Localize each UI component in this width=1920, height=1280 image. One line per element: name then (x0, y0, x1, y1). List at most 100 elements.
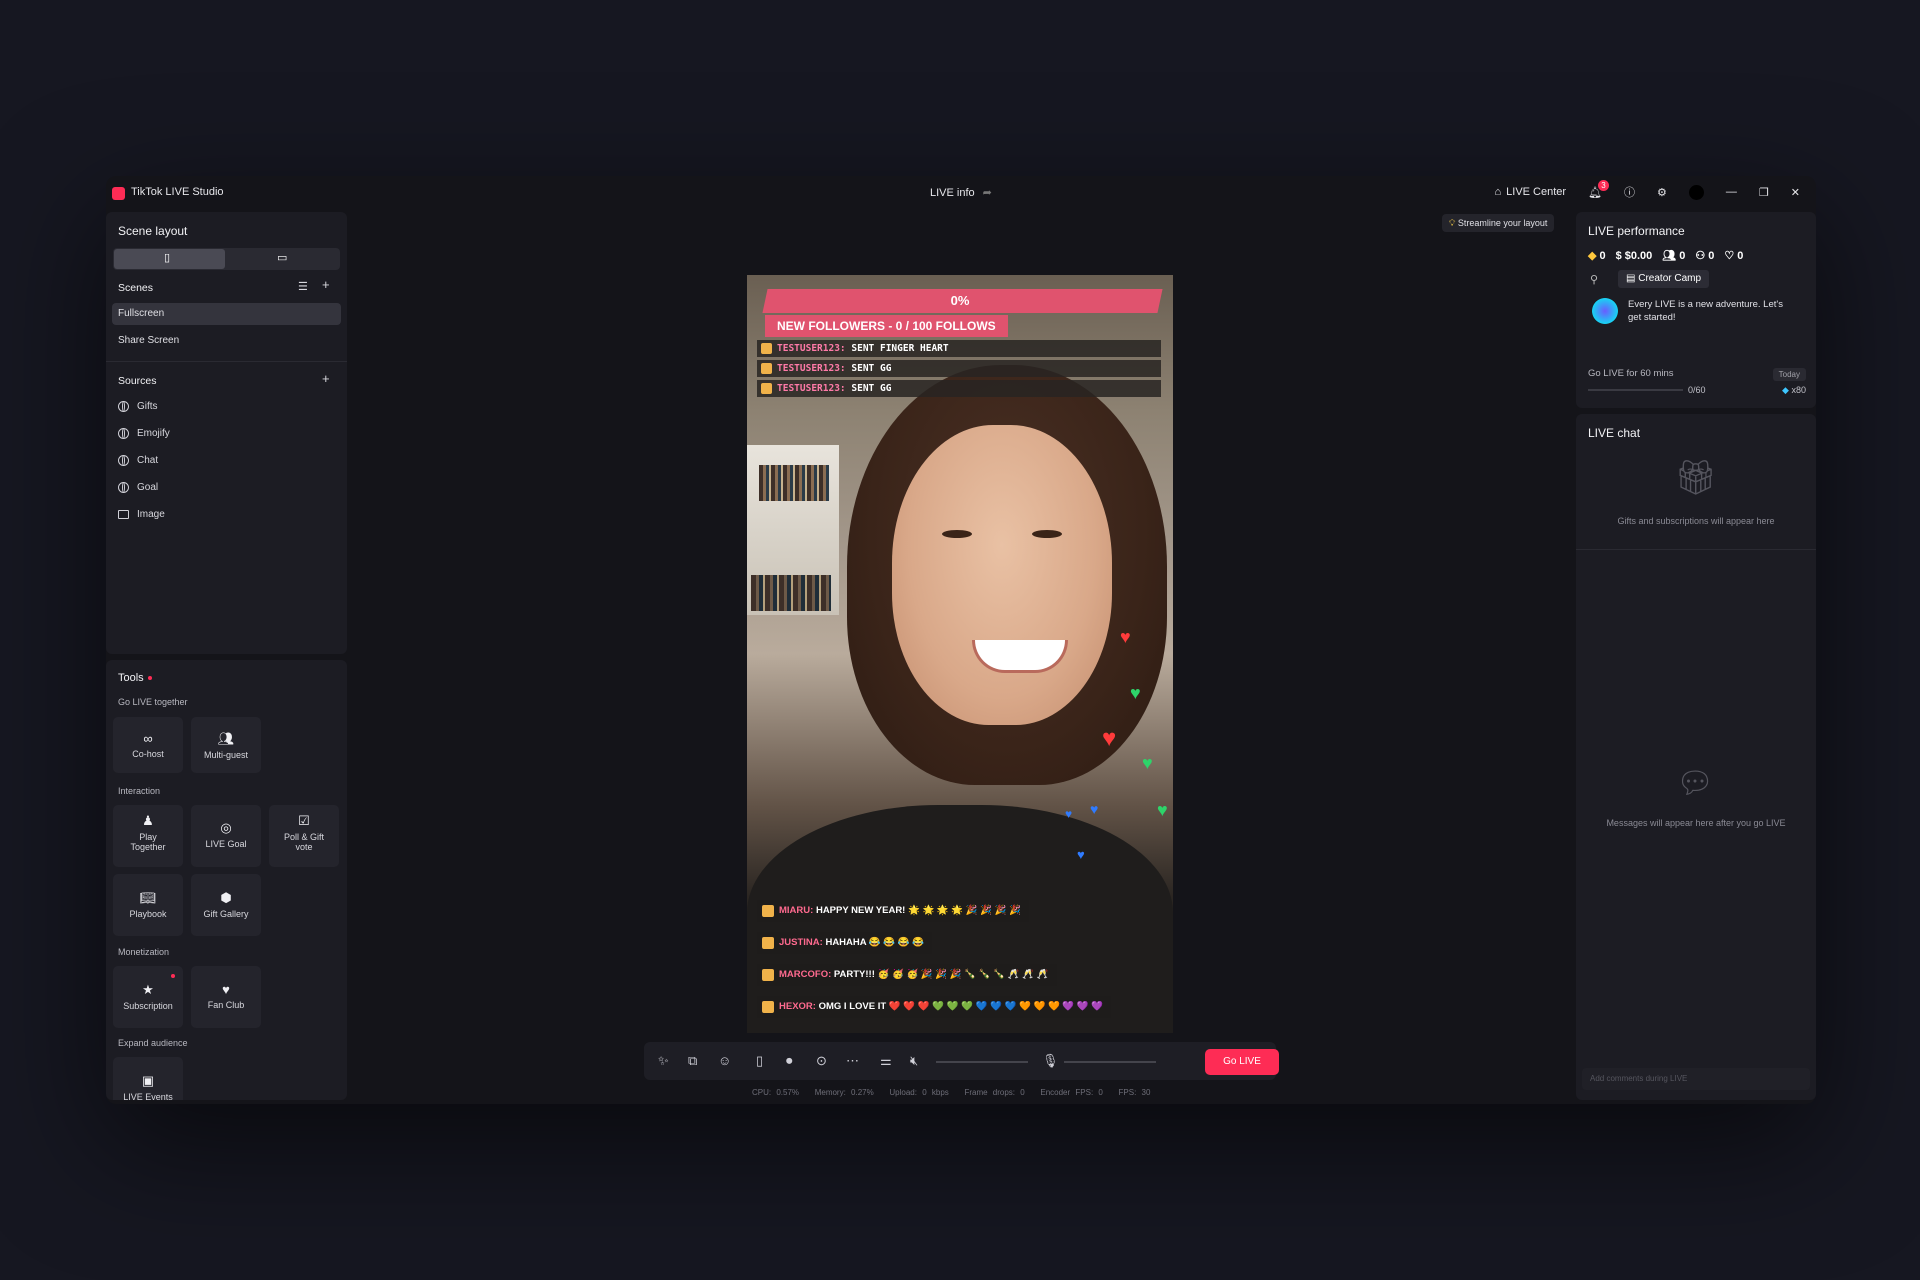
gift-alert: TESTUSER123: SENT GG (757, 380, 1161, 397)
tool-cohost[interactable]: ∞ Co-host (113, 717, 183, 773)
tools-panel: Tools Go LIVE together ∞ Co-host 👥︎ Multi-… (106, 660, 347, 1100)
status-cpu: CPU: 0.57% (752, 1088, 800, 1097)
status-encoder-fps: Encoder FPS: 0 (1040, 1088, 1103, 1097)
avatar[interactable] (1688, 184, 1704, 200)
minimize-icon[interactable]: — (1726, 186, 1737, 198)
tool-label: Playbook (129, 909, 167, 919)
source-label: Emojify (137, 428, 170, 439)
rocket-icon (1590, 296, 1620, 326)
goal-label: NEW FOLLOWERS - 0 / 100 FOLLOWS (765, 315, 1008, 337)
source-label: Gifts (137, 401, 158, 412)
diamond-icon: ◆ (1588, 250, 1597, 262)
add-source-icon[interactable]: + (322, 371, 330, 386)
restore-icon[interactable]: ❐ (1759, 186, 1769, 199)
floating-heart: ♥ (1090, 801, 1099, 817)
task-label: Go LIVE for 60 mins (1588, 368, 1674, 379)
gear-icon[interactable]: ⚙ (1657, 186, 1667, 199)
notifications-button[interactable]: 🔔︎ 3 (1588, 179, 1610, 199)
section-monetization: Monetization (118, 947, 170, 957)
close-icon[interactable]: ✕ (1791, 186, 1800, 199)
source-item-chat[interactable]: Chat (118, 455, 158, 466)
phone-icon[interactable]: ▯ (756, 1053, 763, 1069)
tool-multiguest[interactable]: 👥︎ Multi-guest (191, 717, 261, 773)
floating-heart: ♥ (1130, 683, 1141, 703)
scene-item-fullscreen[interactable]: Fullscreen (112, 303, 341, 325)
live-performance-panel: LIVE performance ◆ 0 $ $0.00 👥︎ 0 ⚇ 0 ♡ 0 ⚲ ▤… (1576, 212, 1816, 408)
gifts-placeholder: Gifts and subscriptions will appear here (1617, 516, 1775, 526)
help-icon[interactable]: ⓘ (1624, 184, 1635, 200)
tool-gift-gallery[interactable]: ⬢ Gift Gallery (191, 874, 261, 936)
gift-alert: TESTUSER123: SENT GG (757, 360, 1161, 377)
share-icon[interactable]: ➦ (983, 186, 992, 199)
tool-fan-club[interactable]: ♥ Fan Club (191, 966, 261, 1028)
live-info[interactable]: LIVE info ➦ (930, 186, 992, 200)
messages-placeholder: Messages will appear here after you go L… (1606, 818, 1786, 828)
source-item-goal[interactable]: Goal (118, 482, 158, 493)
scene-item-share-screen[interactable]: Share Screen (112, 330, 341, 352)
heart-icon: ♡ (1724, 250, 1735, 262)
tool-play-together[interactable]: ♟ Play Together (113, 805, 183, 867)
book-icon: 📖︎ (139, 890, 157, 905)
creator-camp-button[interactable]: ▤ Creator Camp (1618, 270, 1710, 288)
alert-user: TESTUSER123: (777, 343, 846, 354)
floating-heart: ♥ (1157, 800, 1168, 820)
tool-playbook[interactable]: 📖︎ Playbook (113, 874, 183, 936)
tool-label: Poll & Gift vote (283, 832, 324, 852)
adventure-text: Every LIVE is a new adventure. Let's get… (1628, 299, 1783, 323)
effects-icon[interactable]: ⧉ (688, 1053, 697, 1069)
mic-mute-icon[interactable]: 🎙︎ (1042, 1053, 1059, 1069)
viewers-value: 0 (1679, 249, 1686, 262)
bulb-icon: 💡︎ (1449, 218, 1456, 228)
speaker-volume-slider[interactable] (936, 1061, 1028, 1063)
floating-heart: ♥ (1102, 725, 1117, 752)
joystick-icon: ♟ (142, 813, 154, 828)
reward-count: ◆ x80 (1782, 385, 1806, 396)
speaker-mute-icon[interactable]: 🔇︎ (910, 1053, 918, 1069)
person-face (892, 425, 1112, 725)
task-progress-count: 0/60 (1688, 385, 1706, 395)
more-icon[interactable]: ⋯ (846, 1053, 859, 1069)
today-badge: Today (1772, 368, 1806, 381)
go-live-button[interactable]: Go LIVE (1205, 1049, 1279, 1075)
app-window: TikTok LIVE Studio LIVE info ➦ ⌂ LIVE Ce… (106, 176, 1816, 1104)
sticker-icon[interactable]: ☺ (718, 1053, 731, 1068)
source-label: Goal (137, 482, 159, 493)
tool-label: Gift Gallery (203, 909, 249, 919)
person-eye (942, 530, 972, 538)
audio-settings-icon[interactable]: ⚌ (880, 1053, 892, 1069)
source-item-image[interactable]: Image (118, 509, 165, 520)
camera-icon[interactable]: ⊙ (816, 1053, 827, 1069)
tool-poll-gift-vote[interactable]: ☑ Poll & Gift vote (269, 805, 339, 867)
chat-user: MIARU: (779, 905, 814, 916)
performance-stats: ◆ 0 $ $0.00 👥︎ 0 ⚇ 0 ♡ 0 (1588, 249, 1743, 263)
money-value: $0.00 (1624, 249, 1653, 262)
tool-label: Fan Club (207, 1000, 245, 1010)
magic-wand-icon[interactable]: ✨︎ (658, 1053, 669, 1069)
mic-volume-slider[interactable] (1064, 1061, 1156, 1063)
tool-subscription[interactable]: ★ Subscription (113, 966, 183, 1028)
add-scene-icon[interactable]: + (322, 277, 330, 292)
alert-text: SENT FINGER HEART (851, 343, 949, 354)
source-item-emojify[interactable]: Emojify (118, 428, 170, 439)
stream-preview[interactable]: 0% NEW FOLLOWERS - 0 / 100 FOLLOWS TESTU… (747, 275, 1173, 1033)
notification-badge: 3 (1598, 179, 1610, 191)
scene-layout-title: Scene layout (118, 224, 188, 238)
calendar-icon: ▣ (141, 1073, 155, 1088)
chat-text: OMG I LOVE IT ❤️ ❤️ ❤️ 💚 💚 💚 💙 💙 💙 🧡 🧡 🧡… (818, 1001, 1104, 1012)
tool-live-events[interactable]: ▣ LIVE Events (113, 1057, 183, 1100)
landscape-layout-icon[interactable]: ▭ (277, 251, 287, 264)
heart-icon: ♥ (222, 982, 230, 997)
source-item-gifts[interactable]: Gifts (118, 401, 158, 412)
live-center-button[interactable]: ⌂ LIVE Center (1494, 186, 1566, 198)
status-upload: Upload: 0 kbps (889, 1088, 949, 1097)
chat-input[interactable]: Add comments during LIVE (1582, 1068, 1810, 1090)
streamline-hint[interactable]: 💡︎ Streamline your layout (1442, 214, 1555, 232)
record-icon[interactable]: ⏺ (786, 1053, 793, 1069)
floating-heart: ♥ (1142, 753, 1153, 773)
source-label: Chat (137, 455, 159, 466)
tool-label: LIVE Goal (205, 839, 247, 849)
list-icon[interactable]: ☰ (298, 280, 308, 293)
people-icon: 👥︎ (217, 731, 235, 746)
creator-camp-label: Creator Camp (1638, 273, 1702, 284)
tool-live-goal[interactable]: ◎ LIVE Goal (191, 805, 261, 867)
